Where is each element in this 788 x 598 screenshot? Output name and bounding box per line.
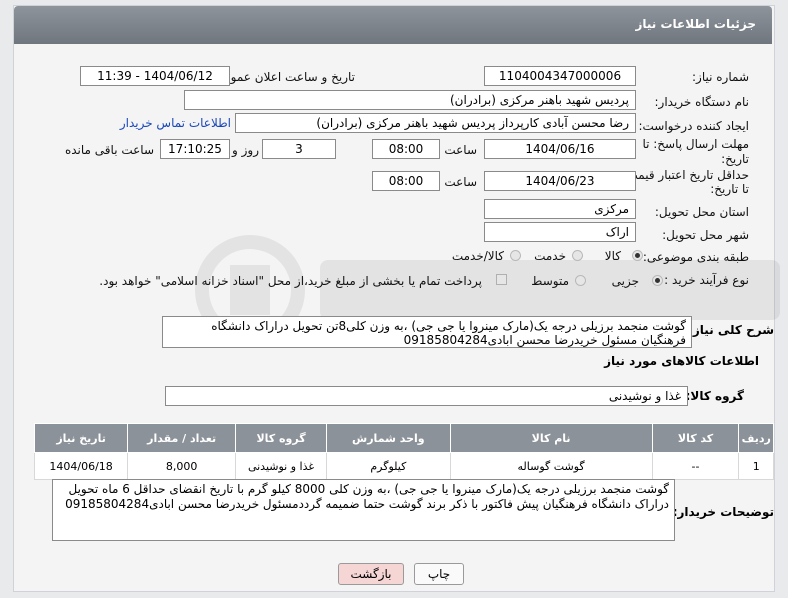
price-validity-label: حداقل تاریخ اعتبار قیمت: — [622, 168, 749, 182]
buyer-org-label: نام دستگاه خریدار: — [654, 95, 750, 109]
description-text: گوشت منجمد برزیلی درجه یک(مارک مینروا یا… — [211, 319, 686, 347]
table-row: 1 -- گوشت گوساله کیلوگرم غذا و نوشیدنی 8… — [33, 452, 774, 480]
province-label: استان محل تحویل: — [654, 205, 749, 219]
col-header-unit: واحد شمارش — [326, 423, 451, 453]
process-radio-minor[interactable] — [652, 275, 663, 286]
goods-section-title: اطلاعات کالاهای مورد نیاز — [604, 354, 759, 368]
goods-group-label: گروه کالا: — [685, 389, 744, 403]
reply-date-field: 1404/06/16 — [484, 139, 636, 159]
buyer-notes-field: گوشت منجمد برزیلی درجه یک(مارک مینروا یا… — [52, 479, 675, 541]
announce-date-field: 1404/06/12 - 11:39 — [80, 66, 230, 86]
items-table: ردیف کد کالا نام کالا واحد شمارش گروه کا… — [33, 423, 774, 480]
category-label: طبقه بندی موضوعی: — [642, 250, 749, 264]
validity-date-field: 1404/06/23 — [484, 171, 636, 191]
price-validity-label-date: تا تاریخ: — [710, 182, 749, 196]
announce-date-label: تاریخ و ساعت اعلان عمومی: — [210, 70, 355, 84]
process-option-minor: جزیی — [611, 274, 639, 288]
validity-time-field: 08:00 — [372, 171, 440, 191]
process-radio-medium[interactable] — [575, 275, 586, 286]
process-option-medium: متوسط — [531, 274, 569, 288]
remaining-time-field: 17:10:25 — [160, 139, 230, 159]
city-field: اراک — [484, 222, 636, 242]
category-radio-goods-service[interactable] — [510, 250, 521, 261]
buyer-org-field: پردیس شهید باهنر مرکزی (برادران) — [184, 90, 636, 110]
creator-label: ایجاد کننده درخواست: — [638, 119, 749, 133]
col-header-name: نام کالا — [449, 423, 653, 453]
treasury-payment-note: پرداخت تمام یا بخشی از مبلغ خرید،از محل … — [99, 274, 482, 288]
cell-name: گوشت گوساله — [449, 452, 653, 480]
description-label: شرح کلی نیاز: — [688, 323, 774, 337]
buyer-notes-text: گوشت منجمد برزیلی درجه یک(مارک مینروا یا… — [65, 482, 669, 511]
remaining-time-label: ساعت باقی مانده — [64, 143, 154, 157]
city-label: شهر محل تحویل: — [662, 228, 749, 242]
col-header-code: کد کالا — [651, 423, 740, 453]
province-field: مرکزی — [484, 199, 636, 219]
need-number-label: شماره نیاز: — [692, 70, 749, 84]
days-label: روز و — [232, 143, 259, 157]
cell-group: غذا و نوشیدنی — [235, 452, 328, 480]
process-label: نوع فرآیند خرید : — [664, 273, 749, 287]
category-radio-goods[interactable] — [632, 250, 643, 261]
reply-time-field: 08:00 — [372, 139, 440, 159]
reply-deadline-label-date: تاریخ: — [721, 152, 749, 166]
buyer-notes-label: توضیحات خریدار: — [672, 505, 774, 519]
cell-date: 1404/06/18 — [33, 452, 129, 480]
need-number-field: 1104004347000006 — [484, 66, 636, 86]
days-field: 3 — [262, 139, 336, 159]
cell-code: -- — [651, 452, 740, 480]
back-button[interactable]: بازگشت — [338, 563, 404, 585]
col-header-group: گروه کالا — [235, 423, 328, 453]
cell-quantity: 8,000 — [127, 452, 237, 480]
reply-deadline-label: مهلت ارسال پاسخ: تا — [642, 137, 749, 151]
buyer-contact-link[interactable]: اطلاعات تماس خریدار — [120, 116, 231, 130]
cell-unit: کیلوگرم — [326, 452, 451, 480]
cell-row-number: 1 — [738, 452, 774, 480]
creator-field: رضا محسن آبادی کارپرداز پردیس شهید باهنر… — [235, 113, 636, 133]
validity-time-label: ساعت — [444, 175, 477, 189]
category-radio-service[interactable] — [572, 250, 583, 261]
category-option-service: خدمت — [534, 249, 566, 263]
category-option-goods: کالا — [604, 249, 621, 263]
reply-time-label: ساعت — [444, 143, 477, 157]
category-option-goods-service: کالا/خدمت — [451, 249, 504, 263]
col-header-row: ردیف — [738, 423, 774, 453]
goods-group-field: غذا و نوشیدنی — [165, 386, 688, 406]
panel-header: جزئیات اطلاعات نیاز — [14, 6, 772, 44]
col-header-qty: تعداد / مقدار — [127, 423, 237, 453]
col-header-date: تاریخ نیاز — [33, 423, 129, 453]
page-title: جزئیات اطلاعات نیاز — [635, 17, 756, 31]
treasury-payment-checkbox[interactable] — [496, 274, 507, 285]
table-header-row: ردیف کد کالا نام کالا واحد شمارش گروه کا… — [33, 423, 774, 453]
description-field: گوشت منجمد برزیلی درجه یک(مارک مینروا یا… — [162, 316, 692, 348]
print-button[interactable]: چاپ — [414, 563, 464, 585]
